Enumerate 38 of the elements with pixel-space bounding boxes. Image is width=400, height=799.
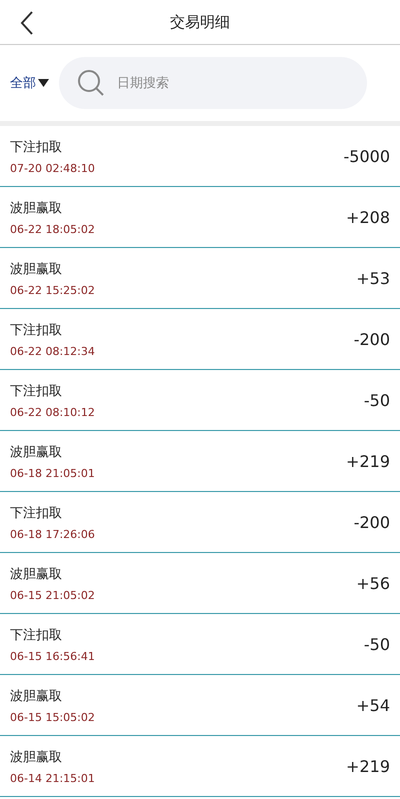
caret-icon [38, 79, 49, 87]
transaction-amount: -200 [354, 512, 390, 532]
transaction-type: 波胆赢取 [10, 260, 63, 278]
transaction-time: 06-15 15:05:02 [10, 710, 95, 724]
transaction-time: 06-22 18:05:02 [10, 222, 95, 236]
transaction-amount: -200 [354, 330, 390, 348]
transaction-time: 06-15 21:05:02 [10, 588, 95, 602]
transaction-type: 波胆赢取 [10, 200, 63, 216]
transaction-type: 波胆赢取 [10, 566, 63, 582]
transaction-amount: -50 [364, 634, 390, 654]
transaction-time: 06-22 08:10:12 [10, 406, 95, 418]
transaction-time: 06-18 17:26:06 [10, 528, 95, 540]
transaction-time: 07-20 02:48:10 [10, 162, 95, 174]
transaction-type: 下注扣取 [10, 138, 63, 156]
transaction-type: 波胆赢取 [10, 688, 63, 704]
transaction-type: 下注扣取 [10, 382, 63, 400]
filter-dropdown[interactable]: 全部 [10, 74, 49, 92]
transaction-amount: +54 [356, 696, 390, 714]
page-title: 交易明细 [170, 12, 230, 32]
transaction-amount: +53 [356, 268, 390, 288]
transaction-type: 下注扣取 [10, 504, 63, 522]
transaction-amount: +56 [356, 574, 390, 592]
search-field[interactable]: 日期搜索 [59, 57, 367, 109]
transaction-amount: +208 [346, 208, 390, 226]
back-icon[interactable] [20, 11, 34, 35]
transaction-type: 下注扣取 [10, 626, 63, 644]
transaction-time: 06-15 16:56:41 [10, 650, 95, 662]
transaction-amount: -5000 [344, 146, 390, 166]
transaction-time: 06-14 21:15:01 [10, 772, 95, 784]
transaction-amount: +219 [346, 756, 390, 776]
transaction-type: 下注扣取 [10, 322, 63, 338]
transaction-time: 06-22 15:25:02 [10, 284, 95, 296]
transaction-time: 06-18 21:05:01 [10, 466, 95, 480]
transaction-amount: +219 [346, 452, 390, 470]
transaction-time: 06-22 08:12:34 [10, 344, 95, 358]
transaction-type: 波胆赢取 [10, 444, 63, 460]
transaction-type: 波胆赢取 [10, 748, 63, 766]
transaction-amount: -50 [364, 390, 390, 410]
